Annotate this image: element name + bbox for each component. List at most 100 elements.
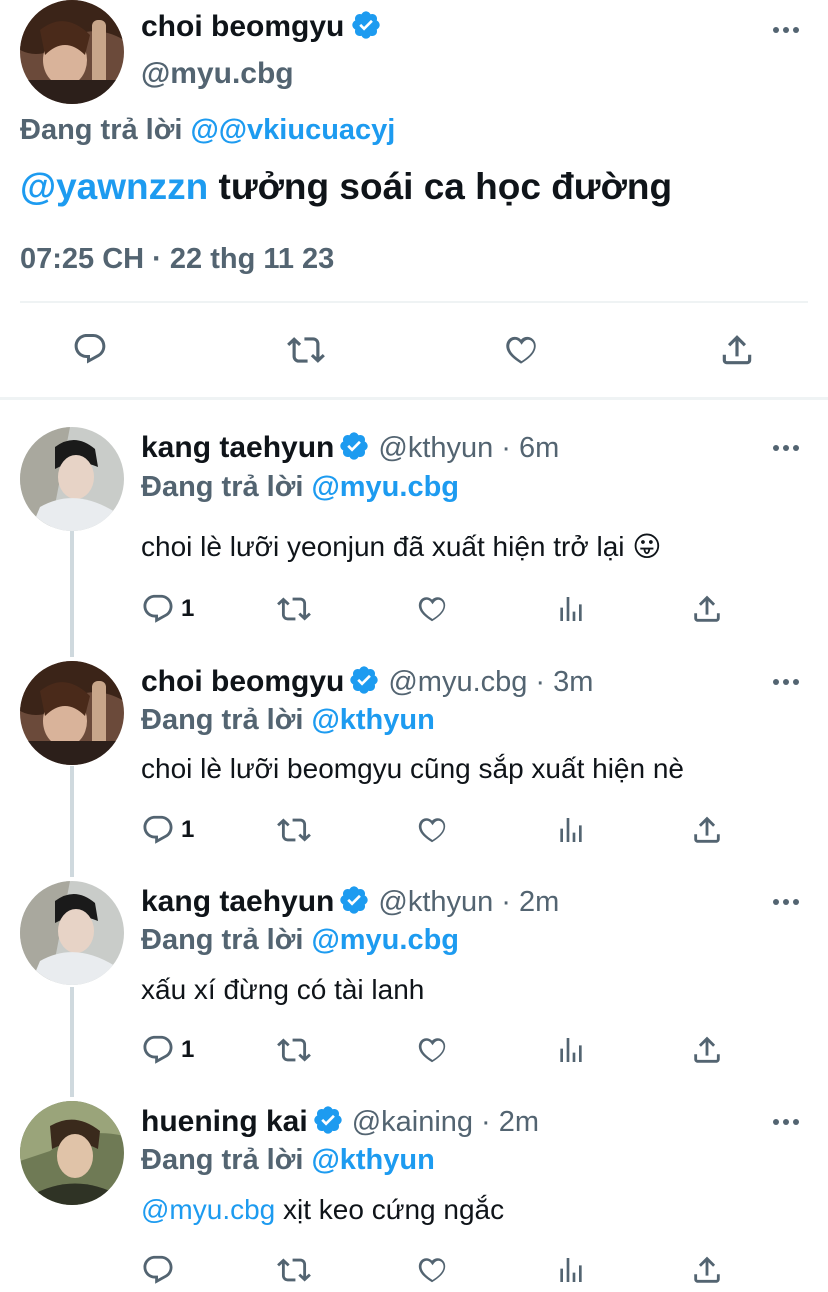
share-icon <box>690 1253 724 1287</box>
like-button[interactable] <box>415 592 449 626</box>
retweet-button[interactable] <box>286 331 326 369</box>
views-button[interactable] <box>555 1253 587 1287</box>
retweet-button[interactable] <box>276 1253 312 1287</box>
tweet-text: xấu xí đừng có tài lanh <box>141 974 424 1006</box>
tweet-body: tưởng soái ca học đường <box>218 166 673 207</box>
replying-to-link[interactable]: @kthyun <box>311 704 434 736</box>
like-button[interactable] <box>415 1033 449 1067</box>
like-button[interactable] <box>415 813 449 847</box>
verified-badge-icon <box>338 430 370 467</box>
replying-prefix: Đang trả lời <box>141 924 304 956</box>
share-icon <box>690 1033 724 1067</box>
reply-button[interactable] <box>72 331 108 367</box>
views-button[interactable] <box>555 1033 587 1067</box>
analytics-icon <box>555 1253 587 1287</box>
like-icon <box>415 813 449 847</box>
handle[interactable]: @kthyun <box>378 432 493 465</box>
thread-line <box>70 531 74 657</box>
replying-prefix: Đang trả lời <box>141 704 304 736</box>
tweet-text: choi lè lưỡi beomgyu cũng sắp xuất hiện … <box>141 753 684 785</box>
thread-line <box>70 766 74 877</box>
more-options-icon[interactable] <box>772 894 800 915</box>
avatar[interactable] <box>20 427 124 531</box>
handle[interactable]: @myu.cbg <box>388 666 527 699</box>
tweet-text: @myu.cbg xịt keo cứng ngắc <box>141 1194 504 1226</box>
relative-time[interactable]: · 6m <box>501 432 559 465</box>
reply-icon <box>141 813 175 847</box>
reply-count: 1 <box>181 1036 195 1063</box>
replying-to-line: Đang trả lời @myu.cbg <box>141 471 459 504</box>
reply-icon <box>141 1253 175 1287</box>
reply-icon <box>72 331 108 367</box>
views-button[interactable] <box>555 813 587 847</box>
display-name[interactable]: huening kai <box>141 1105 308 1139</box>
analytics-icon <box>555 813 587 847</box>
display-name[interactable]: kang taehyun <box>141 431 334 465</box>
retweet-button[interactable] <box>276 592 312 626</box>
replying-to-link[interactable]: @myu.cbg <box>311 471 459 503</box>
tweet-body: choi lè lưỡi yeonjun đã xuất hiện trở lạ… <box>141 531 625 562</box>
mention-link[interactable]: @myu.cbg <box>141 1194 275 1225</box>
timestamp[interactable]: 07:25 CH · 22 thg 11 23 <box>20 243 334 276</box>
more-options-icon[interactable] <box>772 440 800 461</box>
display-name[interactable]: choi beomgyu <box>141 10 344 44</box>
like-icon <box>415 1253 449 1287</box>
share-button[interactable] <box>690 813 724 847</box>
like-button[interactable] <box>502 331 540 369</box>
handle[interactable]: @kthyun <box>378 886 493 919</box>
retweet-button[interactable] <box>276 1033 312 1067</box>
share-button[interactable] <box>690 592 724 626</box>
reply-icon <box>141 592 175 626</box>
analytics-icon <box>555 592 587 626</box>
divider <box>20 301 808 303</box>
share-button[interactable] <box>718 331 756 369</box>
reply-count: 1 <box>181 816 195 843</box>
share-button[interactable] <box>690 1253 724 1287</box>
relative-time[interactable]: · 3m <box>535 666 593 699</box>
replying-to-link[interactable]: @myu.cbg <box>311 924 459 956</box>
retweet-icon <box>276 1253 312 1287</box>
tweet-body: xịt keo cứng ngắc <box>283 1194 505 1225</box>
avatar[interactable] <box>20 0 124 104</box>
replying-to-line: Đang trả lời @kthyun <box>141 1144 435 1177</box>
display-name[interactable]: choi beomgyu <box>141 665 344 699</box>
avatar[interactable] <box>20 1101 124 1205</box>
share-icon <box>690 813 724 847</box>
reply-button[interactable]: 1 <box>141 813 194 847</box>
replying-to-line: Đang trả lời @myu.cbg <box>141 924 459 957</box>
replying-to-link[interactable]: @@vkiucuacyj <box>190 114 395 146</box>
retweet-button[interactable] <box>276 813 312 847</box>
section-divider <box>0 397 828 400</box>
relative-time[interactable]: · 2m <box>501 886 559 919</box>
handle[interactable]: @myu.cbg <box>141 57 294 91</box>
replying-to-link[interactable]: @kthyun <box>311 1144 434 1176</box>
emoji: 😛 <box>632 531 662 562</box>
more-options-icon[interactable] <box>772 1114 800 1135</box>
views-button[interactable] <box>555 592 587 626</box>
handle[interactable]: @kaining <box>352 1106 473 1139</box>
retweet-icon <box>276 1033 312 1067</box>
reply-button[interactable]: 1 <box>141 592 194 626</box>
more-options-icon[interactable] <box>772 22 800 43</box>
relative-time[interactable]: · 2m <box>481 1106 539 1139</box>
retweet-icon <box>286 331 326 369</box>
like-icon <box>502 331 540 369</box>
tweet-body: xấu xí đừng có tài lanh <box>141 974 425 1005</box>
like-icon <box>415 1033 449 1067</box>
tweet-text: @yawnzzn tưởng soái ca học đường <box>20 166 672 208</box>
avatar[interactable] <box>20 881 124 985</box>
replying-prefix: Đang trả lời <box>141 1144 304 1176</box>
reply-button[interactable]: 1 <box>141 1033 194 1067</box>
replying-prefix: Đang trả lời <box>20 114 183 146</box>
avatar[interactable] <box>20 661 124 765</box>
share-button[interactable] <box>690 1033 724 1067</box>
display-name[interactable]: kang taehyun <box>141 885 334 919</box>
tweet-text: choi lè lưỡi yeonjun đã xuất hiện trở lạ… <box>141 530 662 563</box>
more-options-icon[interactable] <box>772 674 800 695</box>
mention-link[interactable]: @yawnzzn <box>20 166 208 207</box>
verified-badge-icon <box>348 664 380 701</box>
like-button[interactable] <box>415 1253 449 1287</box>
reply-button[interactable] <box>141 1253 181 1287</box>
verified-badge-icon <box>338 884 370 921</box>
retweet-icon <box>276 592 312 626</box>
